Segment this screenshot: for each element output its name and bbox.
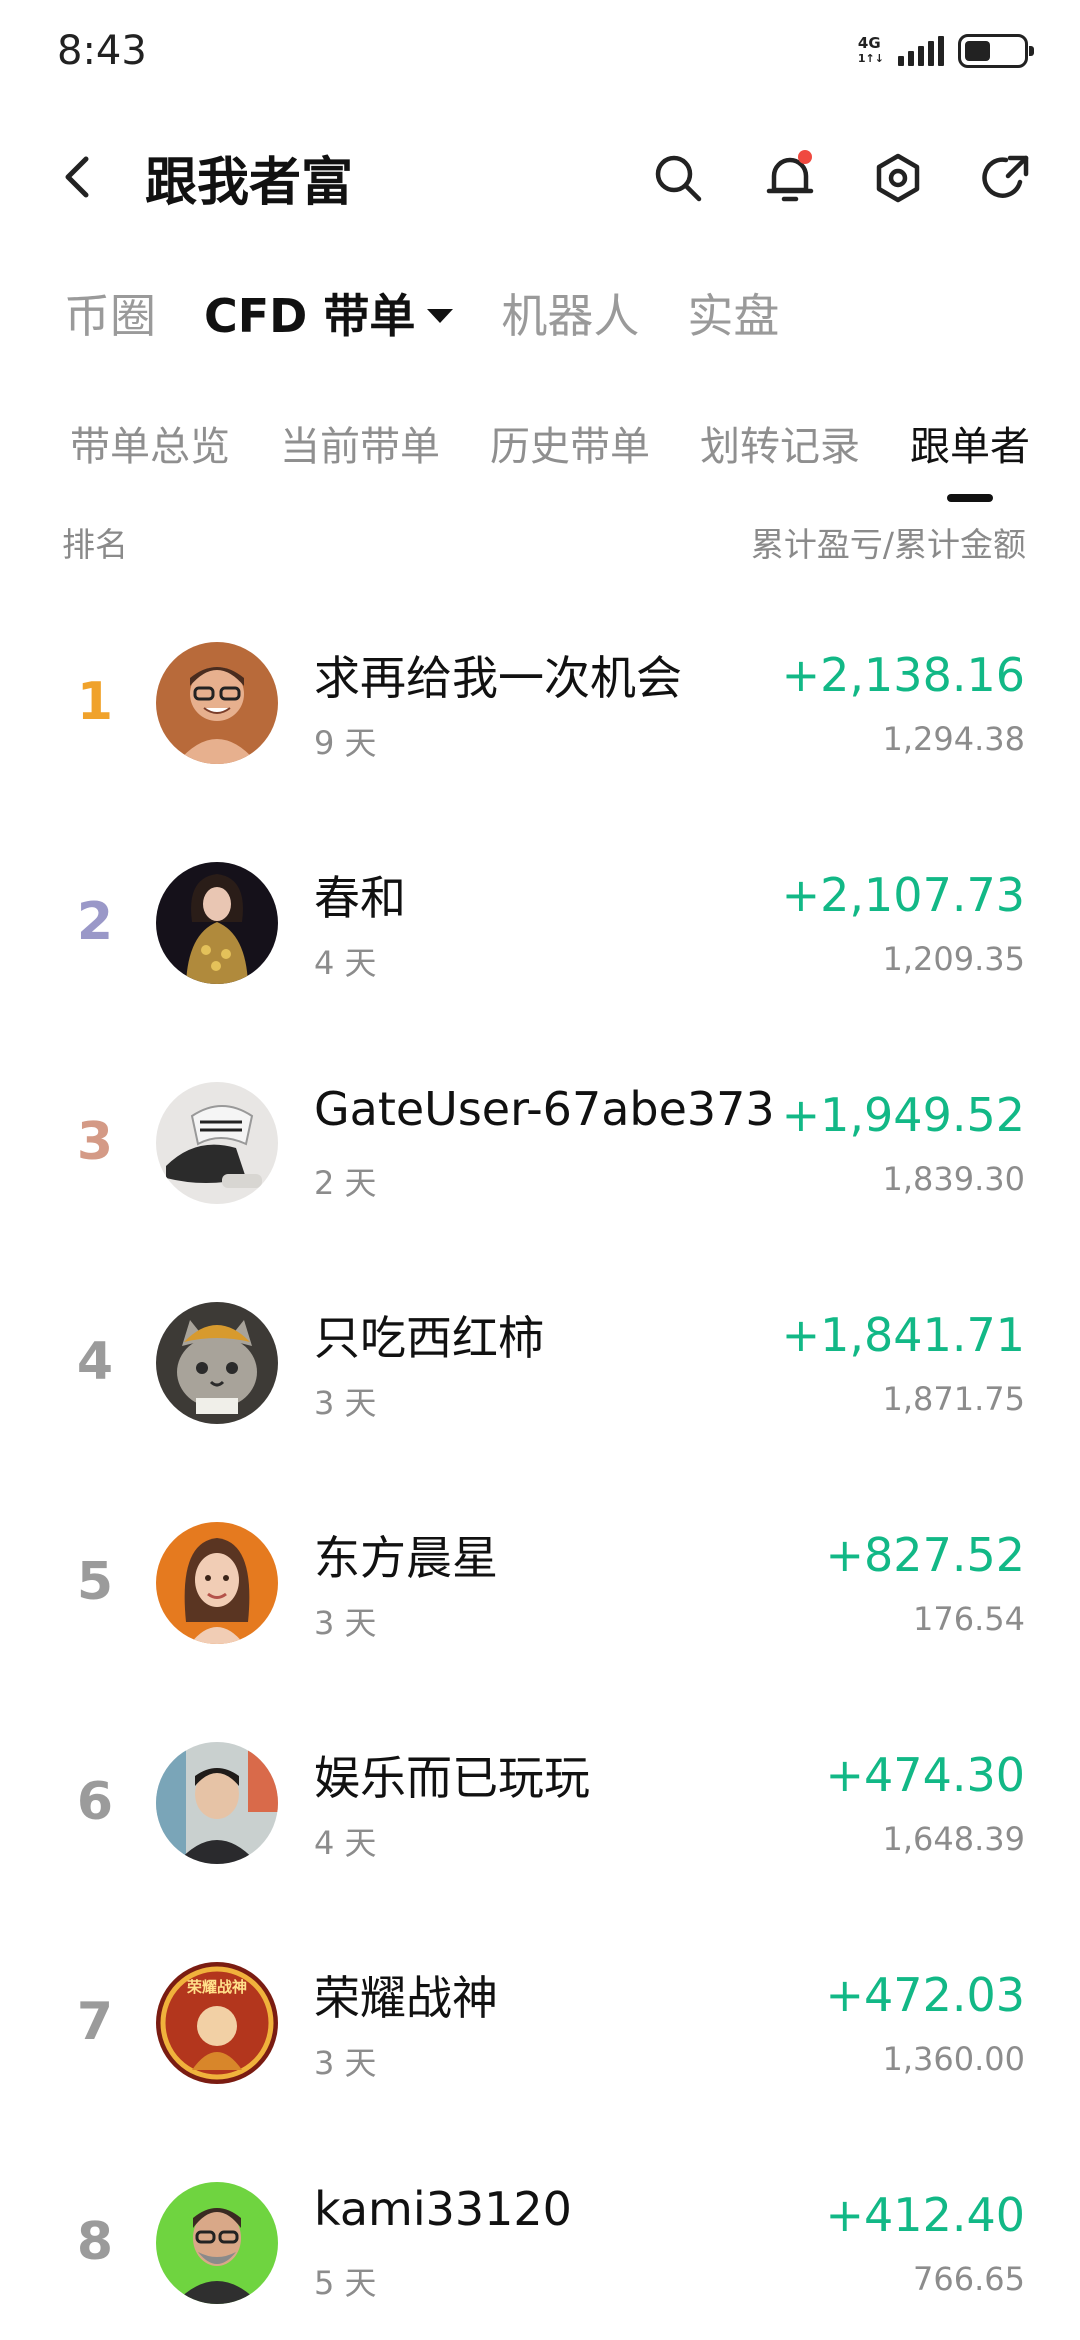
follower-name: 娱乐而已玩玩 xyxy=(314,1751,590,1805)
rank-column-header: 排名 xyxy=(62,525,128,564)
cumulative-pnl: +2,107.73 xyxy=(781,868,1025,922)
cumulative-amount: 1,294.38 xyxy=(882,720,1026,758)
follower-name: 求再给我一次机会 xyxy=(314,651,682,705)
subtab-current[interactable]: 当前带单 xyxy=(280,414,440,472)
network-indicator: 4G 1↑↓ xyxy=(858,36,884,66)
follower-name: 春和 xyxy=(314,871,406,925)
tab-crypto[interactable]: 币圈 xyxy=(64,280,156,346)
cumulative-amount: 1,648.39 xyxy=(882,1820,1026,1858)
avatar xyxy=(156,2182,278,2304)
search-button[interactable] xyxy=(650,150,706,206)
rank-number: 6 xyxy=(76,1772,114,1832)
share-button[interactable] xyxy=(978,150,1034,206)
list-item[interactable]: 5 东方晨星 3 天 +827.52 176.54 xyxy=(0,1480,1080,1700)
subtab-followers[interactable]: 跟单者 xyxy=(910,414,1030,502)
pnl-column-header: 累计盈亏/累计金额 xyxy=(750,525,1026,564)
avatar xyxy=(156,1082,278,1204)
status-indicators: 4G 1↑↓ xyxy=(858,34,1034,68)
network-type: 4G xyxy=(857,34,881,52)
list-item[interactable]: 1 求再给我一次机会 9 天 +2,138.16 1,294.38 xyxy=(0,600,1080,820)
notification-dot xyxy=(798,150,812,164)
rank-number: 4 xyxy=(76,1332,114,1392)
cumulative-amount: 766.65 xyxy=(913,2260,1025,2298)
back-icon xyxy=(65,156,89,198)
follow-duration: 3 天 xyxy=(314,1384,377,1422)
subtab-overview[interactable]: 带单总览 xyxy=(70,414,230,472)
network-sub: 1↑↓ xyxy=(857,52,884,65)
sub-tabs: 带单总览 当前带单 历史带单 划转记录 跟单者 xyxy=(60,414,1030,514)
cumulative-amount: 1,209.35 xyxy=(882,940,1026,978)
avatar xyxy=(156,862,278,984)
follow-duration: 3 天 xyxy=(314,2044,377,2082)
battery-icon xyxy=(958,34,1034,68)
active-tab-indicator xyxy=(947,494,993,502)
follow-duration: 9 天 xyxy=(314,724,377,762)
status-time: 8:43 xyxy=(57,28,147,74)
main-tabs: 币圈 CFD 带单 机器人 实盘 xyxy=(64,280,779,346)
follower-name: 荣耀战神 xyxy=(314,1971,498,2025)
follow-duration: 4 天 xyxy=(314,1824,377,1862)
back-button[interactable] xyxy=(52,152,102,202)
rank-number: 1 xyxy=(76,672,114,732)
list-item[interactable]: 2 春和 4 天 +2,107.73 1,209.35 xyxy=(0,820,1080,1040)
follow-duration: 2 天 xyxy=(314,1164,377,1202)
caret-down-icon xyxy=(427,309,454,323)
avatar: 荣耀战神 xyxy=(156,1962,278,2084)
app-header: 跟我者富 xyxy=(0,130,1080,220)
subtab-history[interactable]: 历史带单 xyxy=(490,414,650,472)
avatar xyxy=(156,1302,278,1424)
cumulative-amount: 1,360.00 xyxy=(882,2040,1026,2078)
signal-icon xyxy=(898,36,944,66)
cumulative-amount: 1,839.30 xyxy=(882,1160,1026,1198)
avatar xyxy=(156,642,278,764)
rank-number: 3 xyxy=(76,1112,114,1172)
avatar xyxy=(156,1742,278,1864)
cumulative-pnl: +1,949.52 xyxy=(781,1088,1025,1142)
battery-level xyxy=(965,41,991,61)
follower-name: kami33120 xyxy=(314,2182,572,2236)
rank-number: 7 xyxy=(76,1992,114,2052)
tab-real[interactable]: 实盘 xyxy=(687,280,779,346)
rank-number: 5 xyxy=(76,1552,114,1612)
cumulative-pnl: +827.52 xyxy=(825,1528,1026,1582)
avatar xyxy=(156,1522,278,1644)
follow-duration: 3 天 xyxy=(314,1604,377,1642)
cumulative-amount: 176.54 xyxy=(913,1600,1025,1638)
list-header: 排名 累计盈亏/累计金额 xyxy=(62,518,1026,566)
settings-icon xyxy=(876,153,920,203)
follower-name: 只吃西红柿 xyxy=(314,1311,544,1365)
follower-ranking-list: 1 求再给我一次机会 9 天 +2,138.16 1,294.38 2 春和 4… xyxy=(0,600,1080,2340)
share-icon xyxy=(982,155,1029,198)
tab-robot[interactable]: 机器人 xyxy=(501,280,639,346)
follow-duration: 4 天 xyxy=(314,944,377,982)
tab-cfd-label: CFD 带单 xyxy=(204,289,416,343)
cumulative-amount: 1,871.75 xyxy=(882,1380,1026,1418)
rank-number: 8 xyxy=(76,2212,114,2272)
cumulative-pnl: +474.30 xyxy=(825,1748,1026,1802)
follower-name: 东方晨星 xyxy=(314,1531,498,1585)
status-bar: 8:43 4G 1↑↓ xyxy=(0,0,1080,110)
list-item[interactable]: 6 娱乐而已玩玩 4 天 +474.30 1,648.39 xyxy=(0,1700,1080,1920)
search-icon xyxy=(655,155,702,202)
list-item[interactable]: 7 荣耀战神 荣耀战神 3 天 +472.03 1,360.00 xyxy=(0,1920,1080,2140)
avatar-badge-text: 荣耀战神 xyxy=(186,1978,247,1996)
cumulative-pnl: +2,138.16 xyxy=(781,648,1025,702)
subtab-transfers[interactable]: 划转记录 xyxy=(700,414,860,472)
cumulative-pnl: +1,841.71 xyxy=(781,1308,1025,1362)
settings-button[interactable] xyxy=(870,150,926,206)
notifications-button[interactable] xyxy=(762,150,818,206)
follow-duration: 5 天 xyxy=(314,2264,377,2302)
cumulative-pnl: +472.03 xyxy=(825,1968,1026,2022)
rank-number: 2 xyxy=(76,892,114,952)
list-item[interactable]: 4 只吃西红柿 3 天 +1,841.71 1,871.75 xyxy=(0,1260,1080,1480)
tab-cfd[interactable]: CFD 带单 xyxy=(204,280,454,346)
page-title: 跟我者富 xyxy=(145,153,354,213)
cumulative-pnl: +412.40 xyxy=(825,2188,1026,2242)
follower-name: GateUser-67abe373 xyxy=(314,1082,775,1136)
subtab-followers-label: 跟单者 xyxy=(910,424,1030,470)
list-item[interactable]: 3 GateUser-67abe373 2 天 +1,949.52 1,839.… xyxy=(0,1040,1080,1260)
list-item[interactable]: 8 kami33120 5 天 +412.40 766.65 xyxy=(0,2140,1080,2340)
